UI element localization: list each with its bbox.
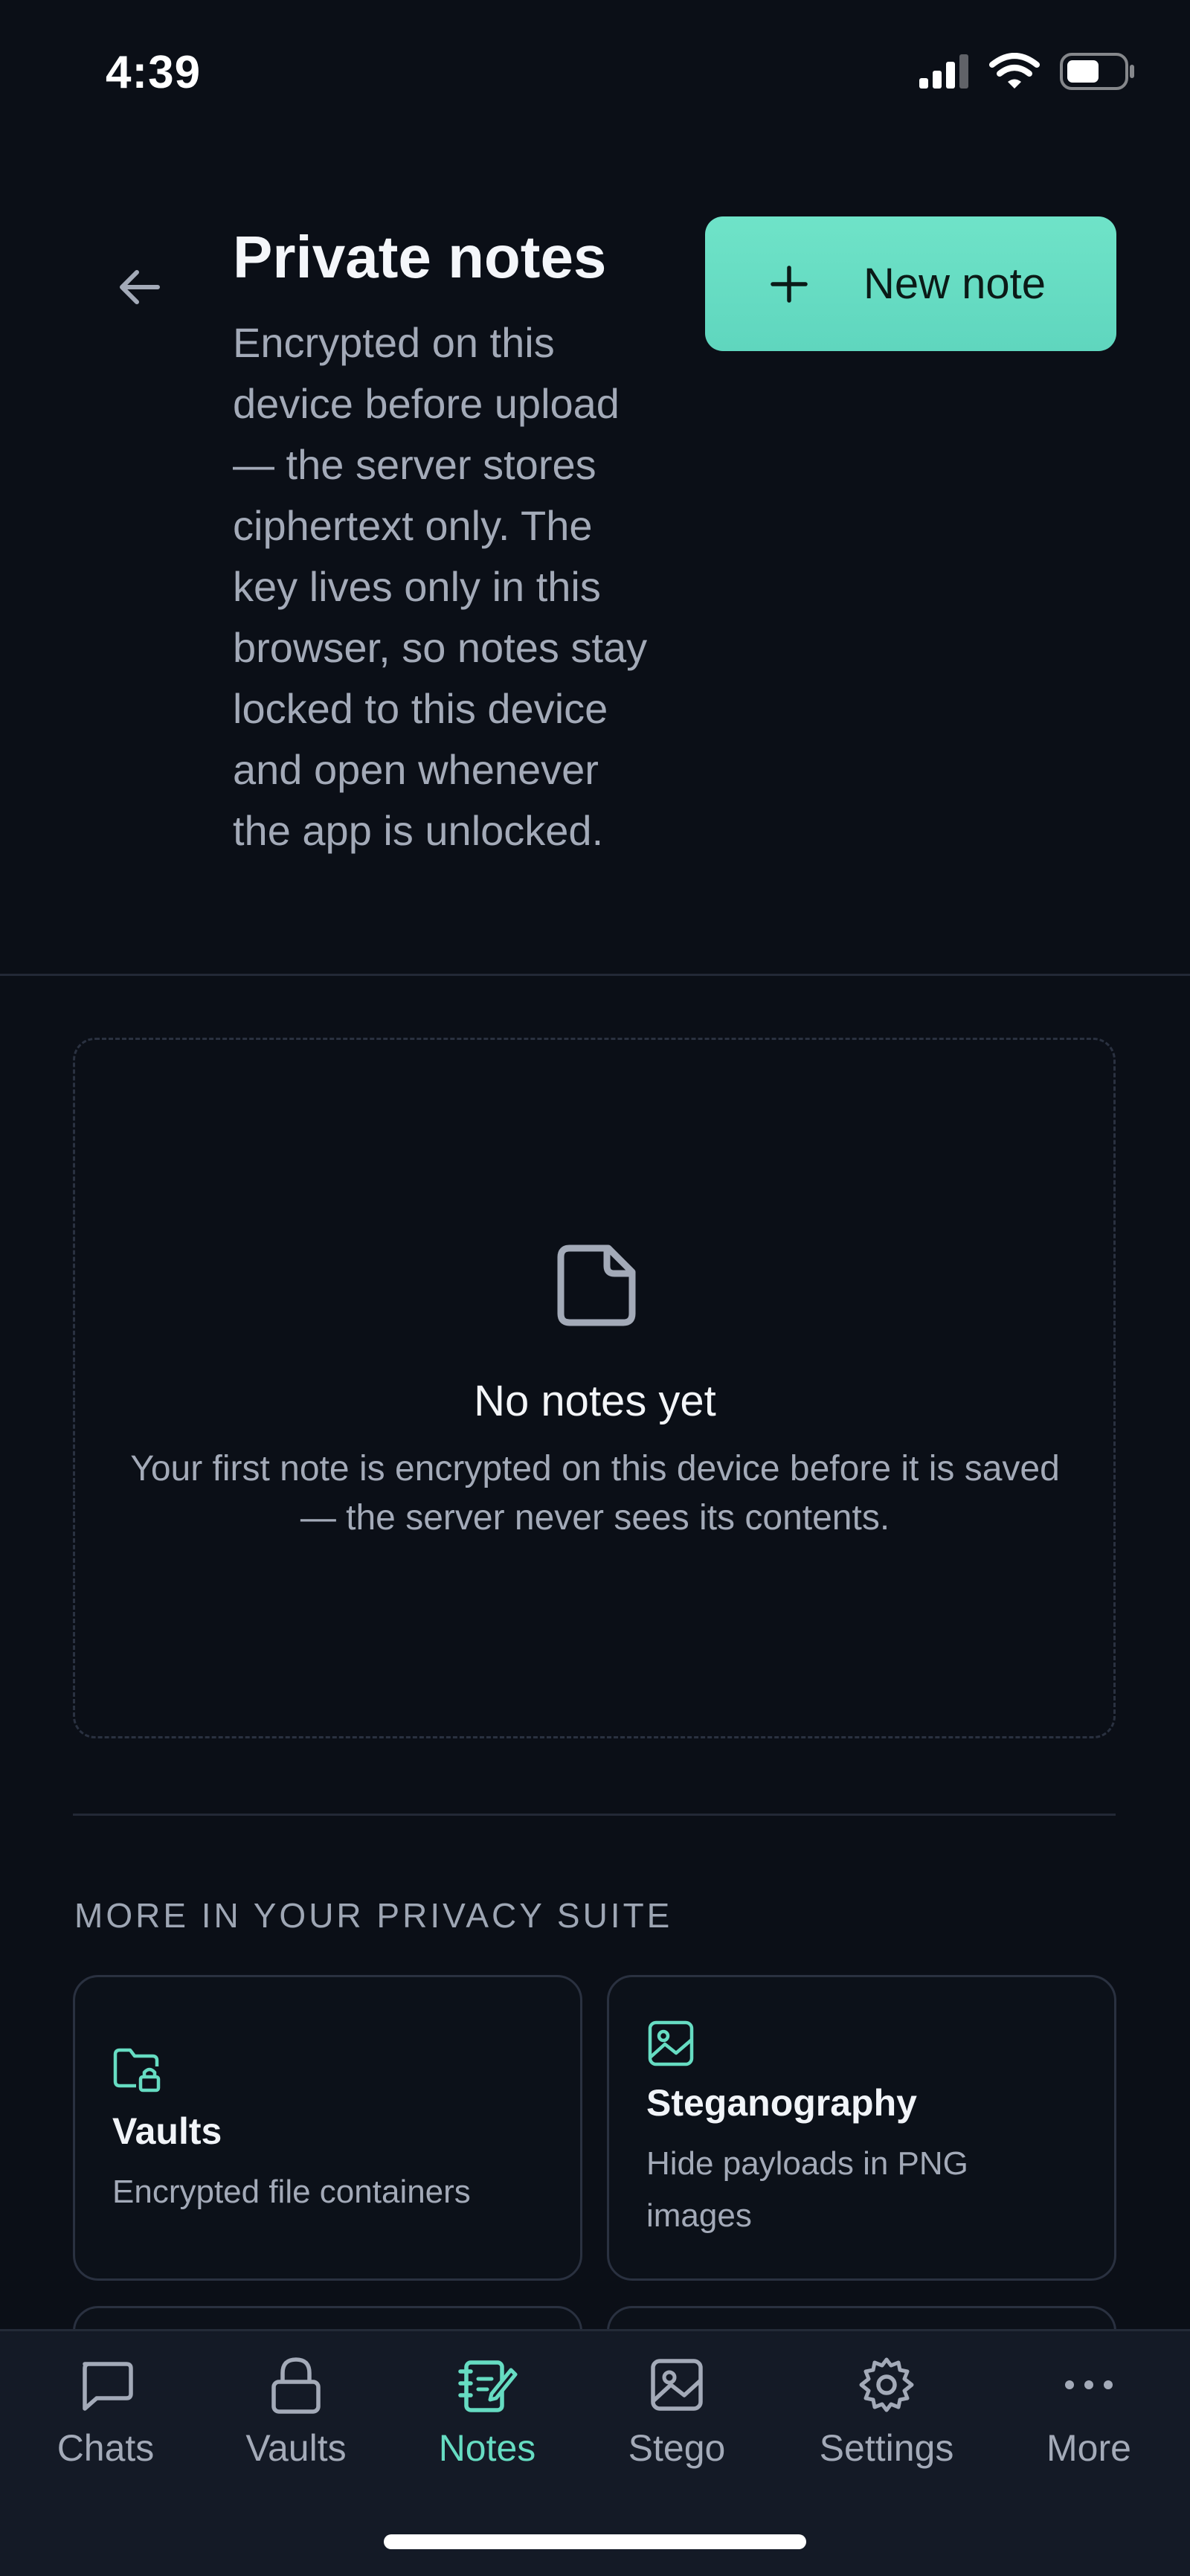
nav-item-chats[interactable]: Chats xyxy=(20,2343,191,2470)
plus-icon xyxy=(771,265,808,303)
nav-label-vaults: Vaults xyxy=(245,2427,347,2469)
nav-item-settings[interactable]: Settings xyxy=(801,2343,972,2470)
steganography-card-title: Steganography xyxy=(646,2082,917,2124)
nav-label-notes: Notes xyxy=(438,2427,536,2469)
chat-icon xyxy=(83,2362,133,2411)
nav-label-settings: Settings xyxy=(819,2427,954,2469)
nav-label-stego: Stego xyxy=(628,2427,726,2469)
home-indicator xyxy=(384,2534,806,2549)
more-icon xyxy=(1065,2380,1113,2389)
nav-label-more: More xyxy=(1046,2427,1131,2469)
page-title: Private notes xyxy=(233,224,607,290)
back-button[interactable] xyxy=(104,251,176,323)
wifi-icon xyxy=(989,53,1040,89)
header-divider xyxy=(0,974,1190,976)
status-icons xyxy=(918,52,1136,91)
note-icon xyxy=(557,1244,636,1326)
vaults-card-title: Vaults xyxy=(112,2110,222,2152)
image-icon xyxy=(648,2020,694,2066)
notebook-icon xyxy=(458,2360,518,2412)
vaults-card-description: Encrypted file containers xyxy=(112,2174,471,2210)
lock-icon xyxy=(271,2357,321,2414)
steganography-card-description: Hide payloads in PNG images xyxy=(646,2145,968,2234)
status-time: 4:39 xyxy=(106,47,202,98)
section-divider xyxy=(73,1814,1116,1816)
page-description: Encrypted on this device before upload —… xyxy=(233,319,648,854)
nav-item-vaults[interactable]: Vaults xyxy=(210,2343,382,2470)
suite-heading: MORE IN YOUR PRIVACY SUITE xyxy=(74,1896,673,1935)
image-icon xyxy=(651,2359,703,2411)
nav-label-chats: Chats xyxy=(57,2427,155,2469)
nav-item-stego[interactable]: Stego xyxy=(591,2343,762,2470)
new-note-button[interactable]: New note xyxy=(705,216,1116,351)
battery-icon xyxy=(1060,53,1134,90)
empty-state-title: No notes yet xyxy=(474,1377,716,1425)
steganography-card[interactable]: Steganography Hide payloads in PNG image… xyxy=(607,1975,1116,2281)
nav-item-notes[interactable]: Notes xyxy=(402,2343,573,2470)
vaults-card[interactable]: Vaults Encrypted file containers xyxy=(73,1975,582,2281)
signal-icon xyxy=(919,54,968,89)
empty-state-description: Your first note is encrypted on this dev… xyxy=(130,1449,1060,1538)
folder-lock-icon xyxy=(113,2048,161,2092)
new-note-label: New note xyxy=(863,260,1046,308)
nav-item-more[interactable]: More xyxy=(1003,2343,1174,2470)
gear-icon xyxy=(859,2357,914,2412)
arrow-left-icon xyxy=(120,270,160,304)
